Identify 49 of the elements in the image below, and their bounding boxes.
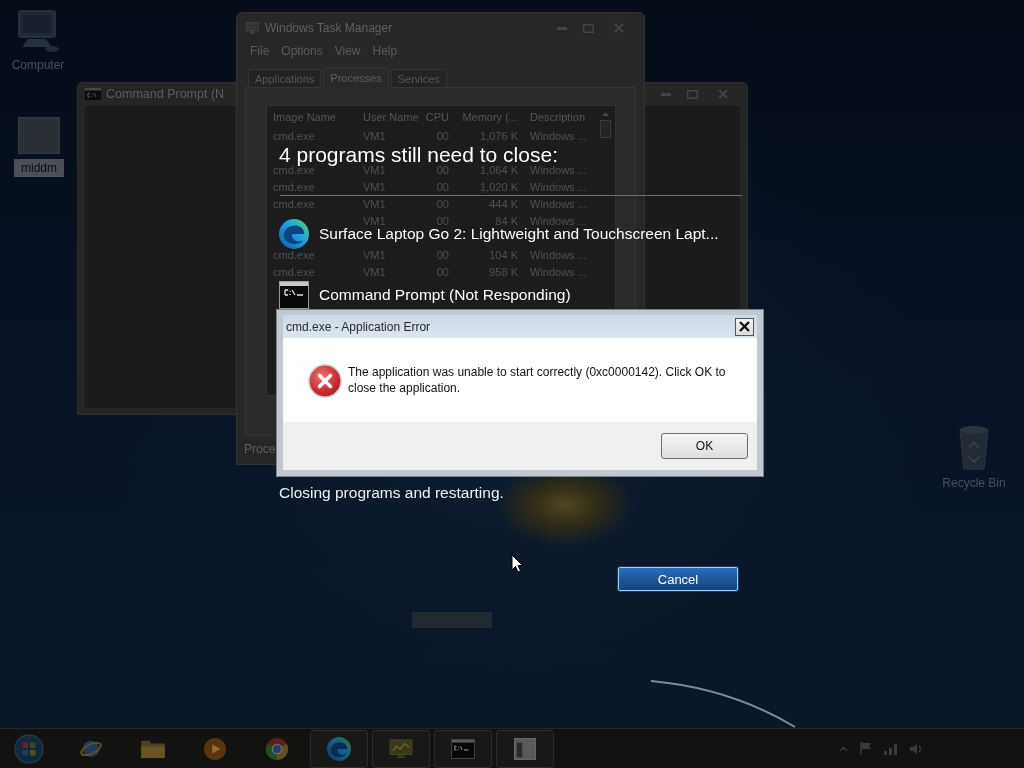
column-header[interactable]: User Name	[363, 110, 419, 124]
file-thumbnail-icon[interactable]	[18, 117, 60, 154]
close-icon	[739, 321, 750, 332]
pointer-icon	[511, 554, 523, 573]
taskbar-button[interactable]	[434, 729, 492, 768]
window-icon	[514, 737, 536, 760]
color-wheel-icon	[265, 736, 289, 761]
monitor-icon	[389, 738, 413, 759]
console-icon	[85, 88, 101, 100]
taskbar-button[interactable]	[310, 729, 368, 768]
program-name: Command Prompt (Not Responding)	[319, 288, 571, 302]
cancel-button[interactable]: Cancel	[618, 567, 738, 591]
close-button[interactable]	[735, 317, 754, 336]
up-arrow-icon	[602, 112, 609, 116]
play-icon	[203, 736, 227, 761]
speaker-icon[interactable]	[910, 742, 924, 755]
ok-button[interactable]: OK	[661, 433, 748, 459]
window-title: Windows Task Manager	[265, 21, 393, 35]
icon-label[interactable]: Computer	[7, 57, 69, 73]
close-icon	[614, 23, 624, 33]
error-icon	[308, 364, 342, 398]
icon-label[interactable]: Recycle Bin	[938, 475, 1010, 491]
icon-label[interactable]: middm	[14, 159, 64, 177]
flag-icon[interactable]	[860, 742, 872, 755]
dialog-title: cmd.exe - Application Error	[286, 319, 431, 334]
orb-icon	[14, 733, 44, 764]
maximize-icon	[686, 89, 698, 99]
taskbar-button[interactable]	[496, 729, 554, 768]
status-text: Proce	[244, 442, 276, 456]
column-header[interactable]: Description	[530, 110, 586, 124]
signal-bars-icon[interactable]	[884, 742, 898, 755]
scroll-thumb[interactable]	[600, 120, 611, 138]
folder-icon	[140, 738, 166, 759]
column-header[interactable]: CPU	[425, 110, 449, 124]
error-message: The application was unable to start correctly (0xc0000142). Click OK to close the application.	[348, 364, 727, 396]
recycle-bin-icon[interactable]	[957, 424, 991, 470]
window-title: Command Prompt (N	[106, 87, 225, 101]
program-name: Surface Laptop Go 2: Lightweight and Touchscreen Lapt...	[319, 227, 719, 241]
console-icon	[450, 738, 476, 759]
heading: 4 programs still need to close:	[279, 144, 558, 165]
computer-icon[interactable]	[16, 10, 60, 52]
taskbar-button[interactable]	[372, 729, 430, 768]
monitor-icon	[246, 22, 259, 34]
status-text: Closing programs and restarting.	[279, 484, 504, 502]
close-icon	[718, 89, 728, 99]
swirl-icon	[327, 736, 351, 761]
swirl-icon	[279, 219, 309, 249]
chevron-up-icon[interactable]	[839, 745, 848, 752]
maximize-icon	[582, 23, 594, 33]
